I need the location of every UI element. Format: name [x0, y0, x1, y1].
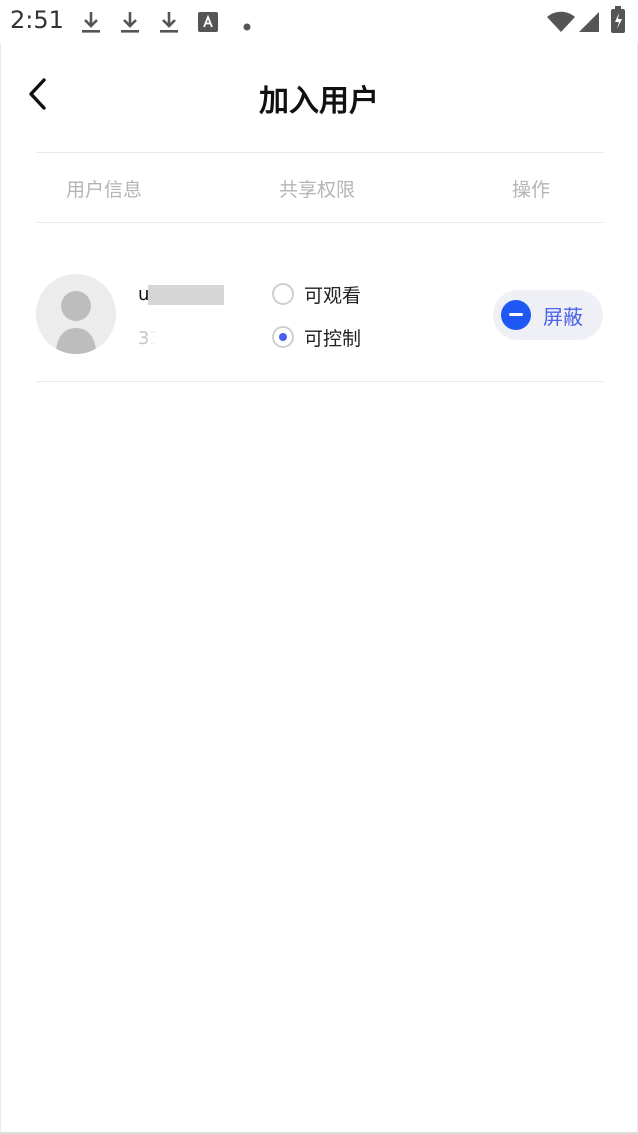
download-icon [158, 10, 180, 38]
divider [36, 152, 603, 153]
divider [36, 381, 603, 382]
page-title: 加入用户 [259, 84, 379, 119]
page-edge [0, 44, 1, 1134]
user-row: u4 330 可观看 可控制 屏蔽 [36, 260, 603, 370]
download-icon [80, 10, 102, 38]
wifi-icon [546, 11, 576, 37]
radio-unchecked[interactable] [272, 283, 294, 305]
column-header-share-permission: 共享权限 [279, 179, 356, 201]
radio-checked[interactable] [272, 326, 294, 348]
minus-circle-icon [501, 300, 531, 330]
block-button[interactable]: 屏蔽 [493, 290, 603, 340]
divider [36, 222, 603, 223]
user-silhouette-icon [56, 291, 96, 354]
permission-label: 可观看 [304, 284, 362, 307]
dot-icon [243, 16, 251, 35]
nav-bar: 加入用户 [0, 60, 638, 136]
font-a-icon [198, 12, 218, 36]
permission-option-view[interactable]: 可观看 [272, 280, 361, 308]
redaction-mask [148, 285, 224, 305]
signal-icon [578, 11, 600, 37]
permission-label: 可控制 [304, 327, 362, 350]
download-icon [119, 10, 141, 38]
battery-charging-icon [610, 6, 626, 38]
status-time: 2:51 [10, 6, 64, 34]
redaction-mask [156, 324, 266, 354]
avatar [36, 274, 116, 354]
permission-option-control[interactable]: 可控制 [272, 323, 361, 351]
column-header-action: 操作 [512, 179, 551, 201]
column-header-user-info: 用户信息 [66, 179, 143, 201]
status-bar: 2:51 [0, 0, 638, 44]
block-label: 屏蔽 [543, 304, 583, 329]
